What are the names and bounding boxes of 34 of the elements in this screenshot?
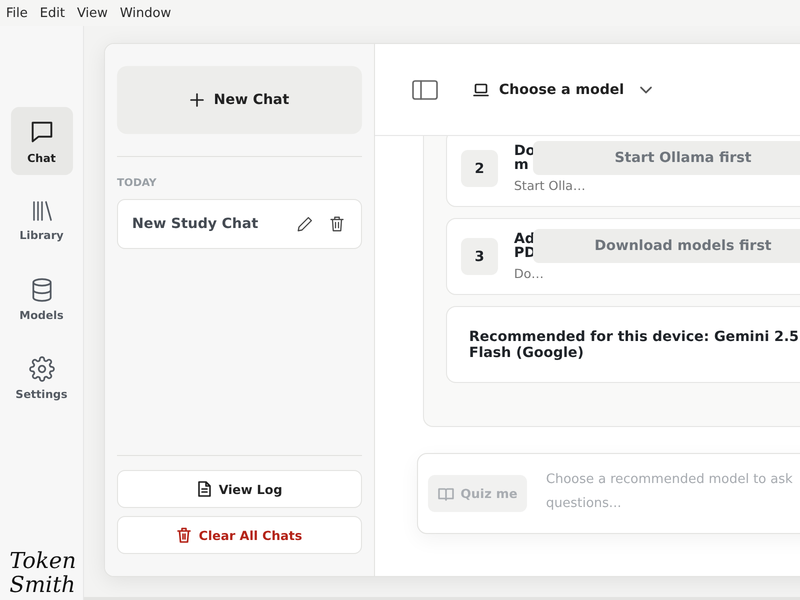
laptop-icon: [473, 82, 489, 96]
settings-icon: [28, 356, 54, 382]
nav-item[interactable]: Chat: [10, 107, 72, 175]
step-action-button[interactable]: Download models first: [533, 229, 800, 263]
sidebar-icon: [412, 80, 438, 100]
book-icon: [438, 486, 454, 500]
step-description: Do…: [514, 266, 544, 281]
step-number: 3: [461, 238, 498, 275]
step-number: 2: [461, 150, 498, 187]
pencil-icon: [296, 215, 314, 233]
nav-item[interactable]: Settings: [10, 344, 72, 412]
step-title: Ad: [514, 232, 536, 246]
app-logo: Token Smith: [8, 550, 78, 598]
menu-item[interactable]: Window: [120, 6, 172, 20]
clear-all-chats-button[interactable]: Clear All Chats: [117, 516, 362, 554]
nav-item[interactable]: Models: [10, 265, 72, 333]
plus-icon: [190, 93, 204, 107]
step-description: Start Olla…: [514, 178, 586, 193]
menu-item[interactable]: Edit: [40, 6, 65, 20]
trash-icon: [328, 215, 346, 233]
trash-icon: [176, 527, 191, 543]
new-chat-button[interactable]: New Chat: [117, 66, 362, 134]
menu-item[interactable]: File: [6, 6, 28, 20]
recommendation-text: Recommended for this device: Gemini 2.5 Flash (Google): [469, 328, 800, 360]
document-icon: [196, 481, 211, 497]
chevron-down-icon: [640, 86, 652, 94]
nav-item[interactable]: Library: [10, 186, 72, 254]
step-title: m: [514, 158, 530, 172]
model-picker[interactable]: Choose a model: [473, 82, 652, 98]
menu-item[interactable]: View: [76, 6, 108, 20]
section-heading: TODAY: [117, 177, 158, 189]
step-action-button[interactable]: Start Ollama first: [533, 141, 800, 175]
chat-item[interactable]: New Study Chat: [117, 199, 362, 249]
view-log-button[interactable]: View Log: [117, 470, 362, 508]
